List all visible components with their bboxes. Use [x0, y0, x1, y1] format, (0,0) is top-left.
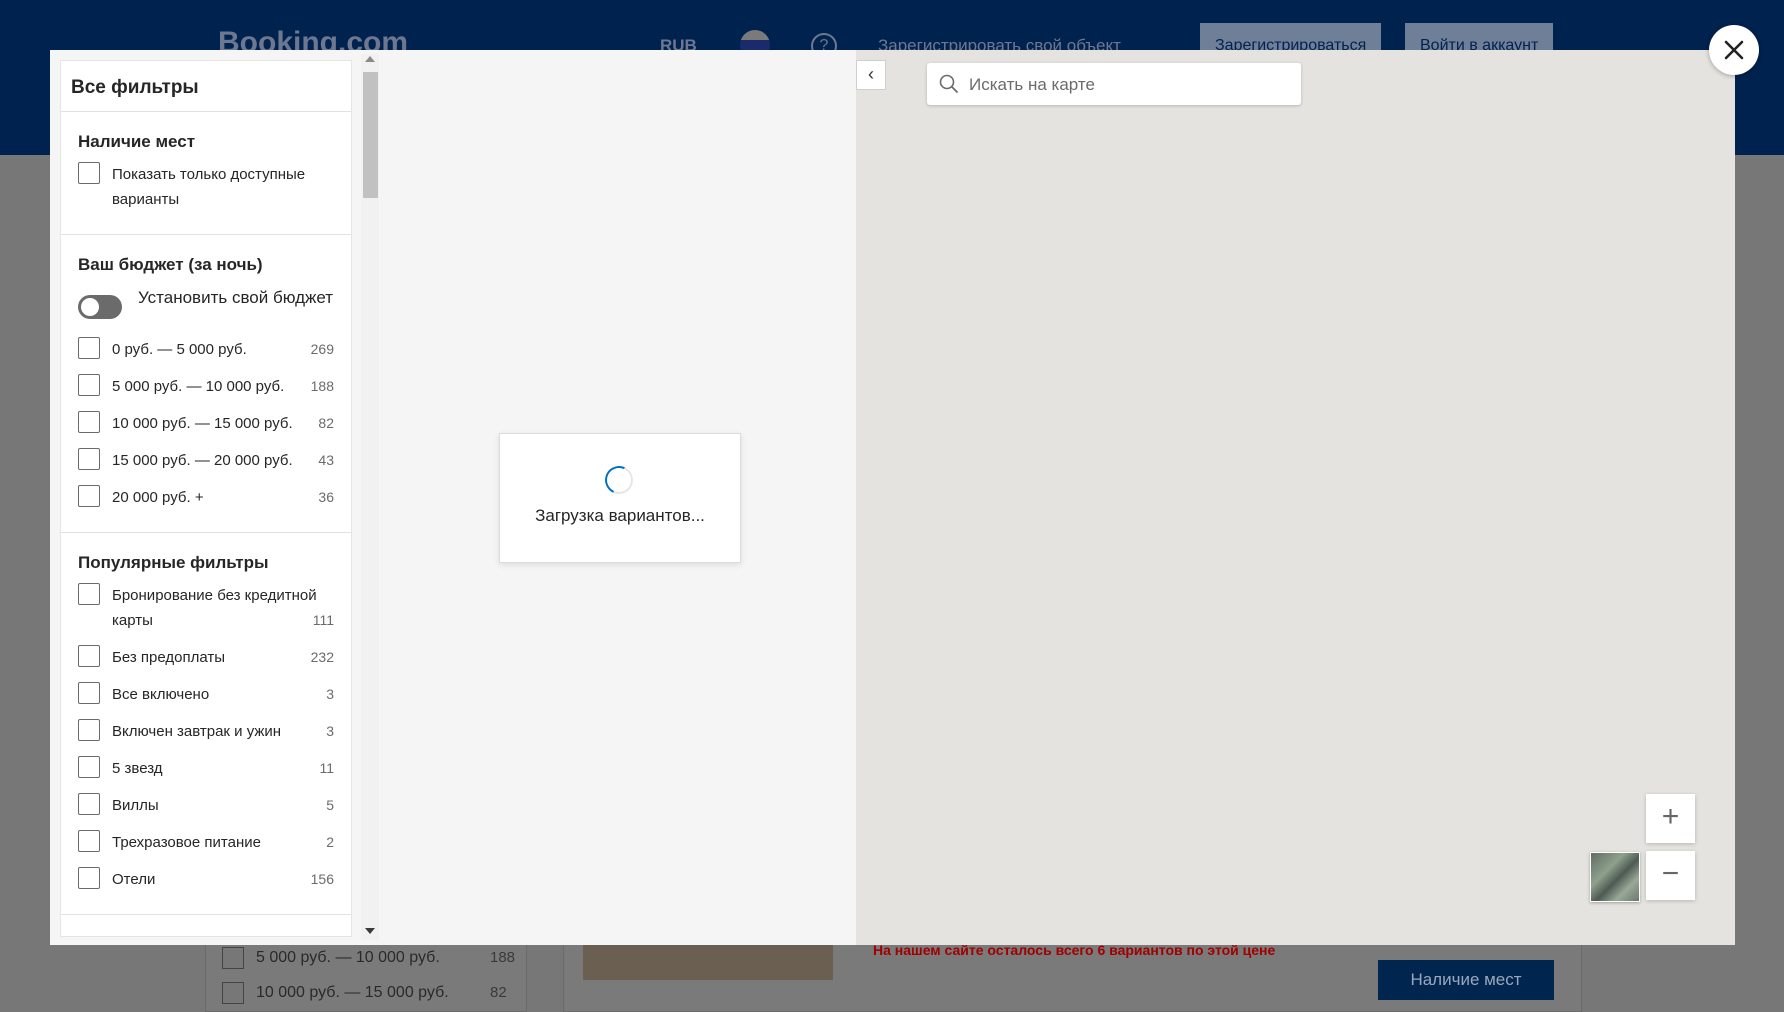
checkbox[interactable] — [78, 645, 100, 667]
close-modal-button[interactable] — [1709, 25, 1759, 75]
filter-option-count: 43 — [318, 452, 334, 468]
popular-filters-section: Популярные фильтры Бронирование без кред… — [61, 533, 351, 915]
checkbox[interactable] — [78, 374, 100, 396]
filter-option[interactable]: Бронирование без кредитной карты 111 — [78, 583, 334, 633]
scrollbar-thumb[interactable] — [363, 72, 378, 198]
filter-option-label: Все включено — [112, 686, 210, 703]
collapse-list-button[interactable]: ‹ — [856, 60, 886, 90]
filter-option-count: 232 — [310, 649, 334, 665]
filter-option-count: 36 — [318, 489, 334, 505]
filter-option-count: 5 — [326, 797, 334, 813]
scroll-up-arrow-icon[interactable] — [365, 56, 375, 62]
zoom-in-button[interactable]: + — [1646, 794, 1695, 843]
filter-option-count: 3 — [326, 686, 334, 702]
filter-option[interactable]: 15 000 руб. — 20 000 руб. 43 — [78, 448, 334, 473]
map-canvas[interactable] — [856, 50, 1735, 945]
checkbox[interactable] — [78, 411, 100, 433]
filter-option-label: Без предоплаты — [112, 649, 226, 666]
filter-option-label: Бронирование без кредитной карты — [112, 587, 317, 629]
section-title: Наличие мест — [78, 132, 196, 151]
loading-card: Загрузка вариантов... — [499, 433, 741, 563]
satellite-view-toggle[interactable] — [1590, 852, 1640, 902]
filter-option[interactable]: 5 звезд 11 — [78, 756, 334, 781]
filter-option-count: 82 — [318, 415, 334, 431]
filter-option-label: Показать только доступные варианты — [112, 166, 306, 208]
filter-option[interactable]: Виллы 5 — [78, 793, 334, 818]
filter-option-label: 10 000 руб. — 15 000 руб. — [112, 415, 293, 432]
filter-option[interactable]: Включен завтрак и ужин 3 — [78, 719, 334, 744]
filter-option[interactable]: 10 000 руб. — 15 000 руб. 82 — [78, 411, 334, 436]
filter-option[interactable]: 5 000 руб. — 10 000 руб. 188 — [78, 374, 334, 399]
filter-option-label: 15 000 руб. — 20 000 руб. — [112, 452, 293, 469]
background-budget-row: 5 000 руб. — 10 000 руб. 188 — [222, 947, 515, 969]
custom-budget-toggle[interactable] — [78, 295, 122, 319]
loading-spinner-icon — [601, 462, 637, 498]
filter-option-count: 11 — [319, 760, 334, 776]
filter-option[interactable]: Отели 156 — [78, 867, 334, 892]
filter-option-label: Отели — [112, 871, 156, 888]
filter-option-label: Включен завтрак и ужин — [112, 723, 282, 740]
custom-budget-toggle-row[interactable]: Установить свой бюджет — [78, 285, 334, 319]
checkbox[interactable] — [78, 830, 100, 852]
loading-text: Загрузка вариантов... — [535, 506, 705, 525]
checkbox[interactable] — [78, 448, 100, 470]
search-icon — [939, 74, 959, 99]
close-icon — [1724, 40, 1744, 60]
checkbox[interactable] — [78, 337, 100, 359]
section-title: Популярные фильтры — [78, 553, 269, 572]
toggle-knob — [81, 298, 99, 316]
checkbox[interactable] — [78, 682, 100, 704]
map-search-input[interactable] — [967, 71, 1291, 99]
section-title: Ваш бюджет (за ночь) — [78, 255, 263, 274]
filter-option-label: Виллы — [112, 797, 159, 814]
filter-option-label: 20 000 руб. + — [112, 489, 204, 506]
filter-option-count: 3 — [326, 723, 334, 739]
checkbox[interactable] — [78, 583, 100, 605]
map-search-box[interactable] — [927, 63, 1301, 105]
checkbox[interactable] — [78, 756, 100, 778]
background-budget-row: 10 000 руб. — 15 000 руб. 82 — [222, 982, 507, 1004]
filter-option-count: 188 — [310, 378, 334, 394]
filter-option-label: 5 звезд — [112, 760, 163, 777]
filters-title: Все фильтры — [61, 61, 351, 112]
checkbox[interactable] — [78, 719, 100, 741]
filter-option[interactable]: Все включено 3 — [78, 682, 334, 707]
availability-button: Наличие мест — [1378, 960, 1554, 1000]
checkbox[interactable] — [78, 162, 100, 184]
filters-panel: Все фильтры Наличие мест Показать только… — [60, 60, 352, 937]
checkbox — [222, 947, 244, 969]
filter-option[interactable]: Без предоплаты 232 — [78, 645, 334, 670]
filter-option-count: 269 — [310, 341, 334, 357]
availability-section: Наличие мест Показать только доступные в… — [61, 112, 351, 235]
filter-option-label: 5 000 руб. — 10 000 руб. — [112, 378, 285, 395]
checkbox — [222, 982, 244, 1004]
checkbox[interactable] — [78, 867, 100, 889]
checkbox[interactable] — [78, 793, 100, 815]
filter-option[interactable]: Показать только доступные варианты — [78, 162, 334, 212]
checkbox[interactable] — [78, 485, 100, 507]
filter-option-label: Трехразовое питание — [112, 834, 261, 851]
filter-option-label: 0 руб. — 5 000 руб. — [112, 341, 247, 358]
filter-option-count: 111 — [312, 612, 334, 628]
budget-section: Ваш бюджет (за ночь) Установить свой бюд… — [61, 235, 351, 533]
filter-option[interactable]: 0 руб. — 5 000 руб. 269 — [78, 337, 334, 362]
filter-option[interactable]: 20 000 руб. + 36 — [78, 485, 334, 510]
filter-option-count: 2 — [326, 834, 334, 850]
zoom-out-button[interactable]: − — [1646, 851, 1695, 900]
custom-budget-label: Установить свой бюджет — [138, 288, 334, 307]
scroll-down-arrow-icon[interactable] — [365, 928, 375, 934]
filter-option-count: 156 — [310, 871, 334, 887]
filter-option[interactable]: Трехразовое питание 2 — [78, 830, 334, 855]
